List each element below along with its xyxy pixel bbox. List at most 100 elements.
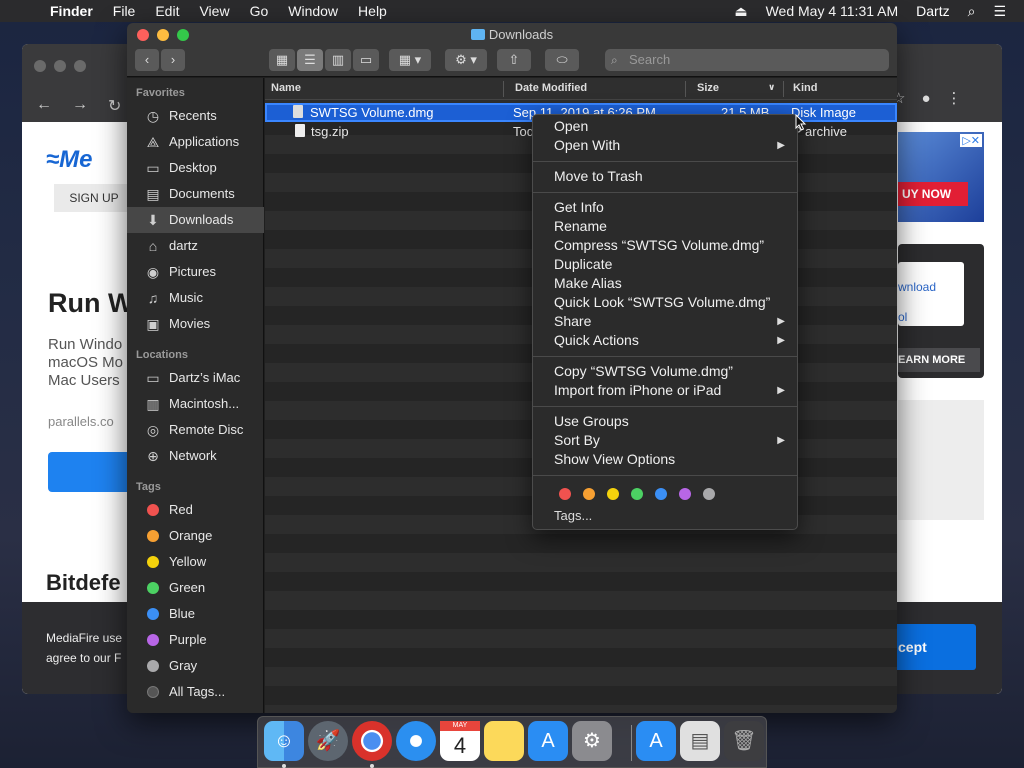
sidebar-item-macintosh[interactable]: ▥ Macintosh... (127, 391, 264, 417)
menu-item-duplicate[interactable]: Duplicate (533, 255, 797, 274)
download-links[interactable]: wnload ol (898, 262, 964, 326)
tag-red-dot[interactable] (559, 488, 571, 500)
learn-more-button[interactable]: EARN MORE (898, 348, 980, 372)
menu-item-share[interactable]: Share ▶ (533, 312, 797, 331)
tag-green-dot[interactable] (631, 488, 643, 500)
menu-item-compress[interactable]: Compress “SWTSG Volume.dmg” (533, 236, 797, 255)
tag-orange-dot[interactable] (583, 488, 595, 500)
safari-icon[interactable] (396, 721, 436, 761)
download-link-1[interactable]: wnload (898, 272, 964, 302)
share-button[interactable]: ⇧ (497, 49, 531, 71)
clock-text[interactable]: Wed May 4 11:31 AM (766, 3, 899, 19)
column-name[interactable]: Name (271, 82, 301, 94)
buy-now-button[interactable]: UY NOW (898, 182, 968, 206)
sidebar-tag-orange[interactable]: Orange (127, 523, 264, 549)
tag-purple-dot[interactable] (679, 488, 691, 500)
back-button[interactable]: ‹ (135, 49, 159, 71)
sidebar-item-desktop[interactable]: ▭ Desktop (127, 155, 264, 181)
sidebar-item-movies[interactable]: ▣ Movies (127, 311, 264, 337)
notes-icon[interactable] (484, 721, 524, 761)
menu-item-get-info[interactable]: Get Info (533, 198, 797, 217)
accept-cookies-button[interactable]: cept (886, 624, 976, 670)
edit-tags-button[interactable]: ⬭ (545, 49, 579, 71)
menu-help[interactable]: Help (358, 3, 387, 19)
sidebar-item-network[interactable]: ⊕ Network (127, 443, 264, 469)
sidebar-all-tags[interactable]: All Tags... (127, 679, 264, 705)
reload-icon[interactable]: ↻ (108, 96, 121, 116)
menu-item-sort-by[interactable]: Sort By ▶ (533, 431, 797, 450)
menu-item-quick-look[interactable]: Quick Look “SWTSG Volume.dmg” (533, 293, 797, 312)
column-view-button[interactable]: ▥ (325, 49, 351, 71)
menu-item-tags[interactable]: Tags... (554, 508, 592, 523)
system-preferences-icon[interactable]: ⚙ (572, 721, 612, 761)
menu-view[interactable]: View (199, 3, 229, 19)
menu-app-name[interactable]: Finder (50, 3, 93, 19)
tag-gray-dot[interactable] (703, 488, 715, 500)
sidebar-item-imac[interactable]: ▭ Dartz’s iMac (127, 365, 264, 391)
menu-item-open[interactable]: Open (533, 117, 797, 136)
action-gear-button[interactable]: ⚙ ▾ (445, 49, 487, 71)
forward-button[interactable]: › (161, 49, 185, 71)
download-link-2[interactable]: ol (898, 302, 964, 332)
profile-icon[interactable]: ● (921, 90, 930, 107)
eject-icon[interactable]: ⏏ (734, 3, 747, 20)
column-kind[interactable]: Kind (793, 82, 817, 94)
column-size[interactable]: Size (697, 82, 719, 94)
menu-item-copy[interactable]: Copy “SWTSG Volume.dmg” (533, 362, 797, 381)
tag-blue-dot[interactable] (655, 488, 667, 500)
sidebar-item-documents[interactable]: ▤ Documents (127, 181, 264, 207)
document-icon[interactable]: ▤ (680, 721, 720, 761)
trash-icon[interactable]: 🗑 (724, 721, 764, 761)
sidebar-tag-purple[interactable]: Purple (127, 627, 264, 653)
group-button[interactable]: ▦ ▾ (389, 49, 431, 71)
ad-url[interactable]: parallels.co (48, 414, 114, 429)
sidebar-item-pictures[interactable]: ◉ Pictures (127, 259, 264, 285)
tag-yellow-dot[interactable] (607, 488, 619, 500)
sidebar-tag-blue[interactable]: Blue (127, 601, 264, 627)
list-view-button[interactable]: ☰ (297, 49, 323, 71)
gallery-view-button[interactable]: ▭ (353, 49, 379, 71)
ad-button[interactable] (48, 452, 138, 492)
icon-view-button[interactable]: ▦ (269, 49, 295, 71)
signup-button[interactable]: SIGN UP (54, 184, 134, 212)
menu-item-show-view-options[interactable]: Show View Options (533, 450, 797, 469)
notification-center-icon[interactable]: ☰ (993, 3, 1006, 20)
sidebar-item-applications[interactable]: ⟁ Applications (127, 129, 264, 155)
sidebar-item-downloads[interactable]: ⬇ Downloads (127, 207, 264, 233)
search-field[interactable]: ⌕ Search (605, 49, 889, 71)
sidebar-tag-red[interactable]: Red (127, 497, 264, 523)
spotlight-icon[interactable]: ⌕ (968, 3, 976, 20)
ad-banner[interactable]: ▷✕ UY NOW (898, 132, 984, 222)
sidebar-item-remote-disc[interactable]: ◎ Remote Disc (127, 417, 264, 443)
sidebar-tag-green[interactable]: Green (127, 575, 264, 601)
sidebar-item-recents[interactable]: ◷ Recents (127, 103, 264, 129)
menu-file[interactable]: File (113, 3, 136, 19)
finder-icon[interactable]: ☺ (264, 721, 304, 761)
menu-item-open-with[interactable]: Open With ▶ (533, 136, 797, 155)
sidebar-item-music[interactable]: ♫ Music (127, 285, 264, 311)
menu-item-make-alias[interactable]: Make Alias (533, 274, 797, 293)
sidebar-tag-yellow[interactable]: Yellow (127, 549, 264, 575)
sidebar-item-dartz[interactable]: ⌂ dartz (127, 233, 264, 259)
menu-window[interactable]: Window (288, 3, 338, 19)
menu-go[interactable]: Go (250, 3, 269, 19)
menu-item-rename[interactable]: Rename (533, 217, 797, 236)
app-store-icon[interactable]: A (528, 721, 568, 761)
back-icon[interactable]: ← (36, 96, 52, 116)
column-date[interactable]: Date Modified (515, 82, 587, 94)
chrome-icon[interactable] (352, 721, 392, 761)
menu-item-import-iphone[interactable]: Import from iPhone or iPad ▶ (533, 381, 797, 400)
menu-item-move-to-trash[interactable]: Move to Trash (533, 167, 797, 186)
forward-icon[interactable]: → (72, 96, 88, 116)
menu-item-quick-actions[interactable]: Quick Actions ▶ (533, 331, 797, 350)
menu-edit[interactable]: Edit (155, 3, 179, 19)
browser-menu-icon[interactable]: ⋮ (947, 89, 962, 107)
sidebar-tag-gray[interactable]: Gray (127, 653, 264, 679)
sort-chevron-icon[interactable]: ∨ (768, 82, 775, 93)
menu-item-use-groups[interactable]: Use Groups (533, 412, 797, 431)
launchpad-icon[interactable]: 🚀 (308, 721, 348, 761)
applications-folder-icon[interactable]: A (636, 721, 676, 761)
user-name[interactable]: Dartz (916, 3, 949, 19)
calendar-icon[interactable]: MAY 4 (440, 721, 480, 761)
ad-close-icon[interactable]: ▷✕ (960, 134, 982, 147)
